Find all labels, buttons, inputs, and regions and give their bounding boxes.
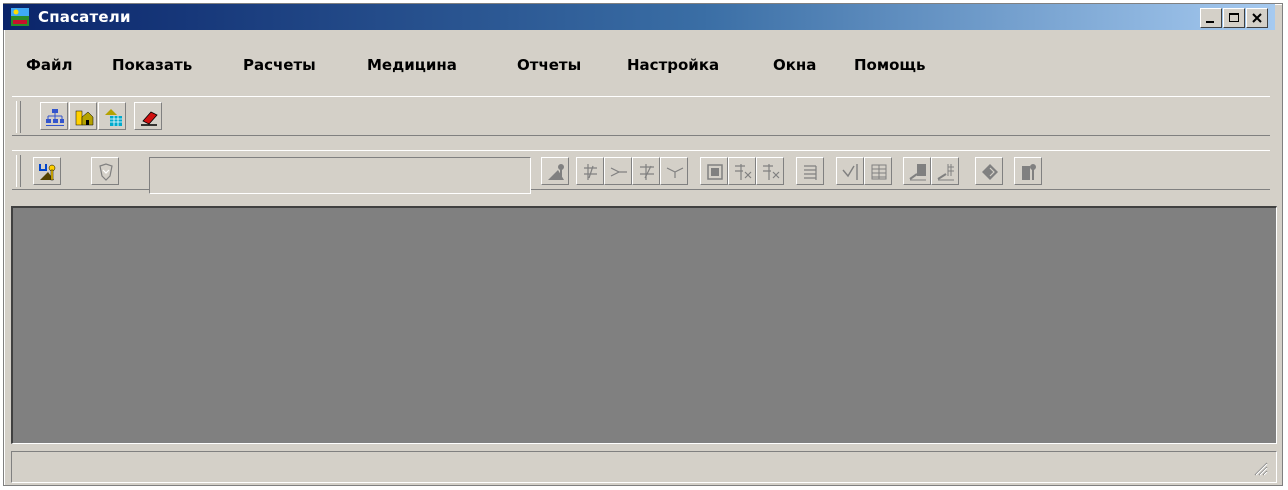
move-up-icon <box>909 164 926 181</box>
menu-file[interactable]: Файл <box>26 55 73 75</box>
merge-icon <box>666 167 684 178</box>
close-icon <box>1252 13 1262 23</box>
shield-icon <box>99 163 113 181</box>
menu-calc[interactable]: Расчеты <box>243 55 316 75</box>
toolbar-button-branch[interactable] <box>604 157 632 185</box>
window-title: Спасатели <box>38 8 131 26</box>
toolbar-button-move-up[interactable] <box>903 157 931 185</box>
title-bar[interactable]: Спасатели <box>3 4 1275 30</box>
branch-icon <box>610 167 627 177</box>
vector-icon <box>584 164 597 180</box>
menu-settings[interactable]: Настройка <box>627 55 719 75</box>
maximize-icon <box>1229 13 1239 22</box>
menu-reports[interactable]: Отчеты <box>517 55 581 75</box>
toolbar-button-org-chart[interactable] <box>40 102 68 130</box>
frame-icon <box>707 164 723 180</box>
toolbar-grip-2[interactable] <box>16 155 21 187</box>
toolbar-button-diamond[interactable] <box>975 157 1003 185</box>
menu-windows[interactable]: Окна <box>773 55 816 75</box>
toolbar-button-move-grid[interactable] <box>931 157 959 185</box>
toolbar-button-table[interactable] <box>864 157 892 185</box>
check-line-icon <box>842 164 858 180</box>
eraser-icon <box>141 111 158 126</box>
org-chart-icon <box>46 109 64 126</box>
close-button[interactable] <box>1246 8 1268 28</box>
building-icon <box>75 110 94 126</box>
toolbar-button-check-line[interactable] <box>836 157 864 185</box>
toolbar-button-split-alt[interactable] <box>756 157 784 185</box>
table-icon <box>871 164 887 180</box>
resize-grip-icon[interactable] <box>1252 460 1268 476</box>
toolbar-button-frame[interactable] <box>700 157 728 185</box>
toolbar-button-map-pin[interactable] <box>541 157 569 185</box>
minimize-button[interactable] <box>1200 8 1222 28</box>
toolbar-button-settings-table[interactable] <box>1014 157 1042 185</box>
menu-show[interactable]: Показать <box>112 55 192 75</box>
toolbar-button-cross-line[interactable] <box>632 157 660 185</box>
toolbar-grip[interactable] <box>16 101 21 133</box>
toolbar-button-split[interactable] <box>728 157 756 185</box>
menu-medicine[interactable]: Медицина <box>367 55 457 75</box>
menu-bar: Файл Показать Расчеты Медицина Отчеты На… <box>3 55 1273 77</box>
move-grid-icon <box>937 164 954 181</box>
toolbar-button-list[interactable] <box>796 157 824 185</box>
cross-line-icon <box>640 164 654 180</box>
list-icon <box>804 165 817 180</box>
toolbar-button-vector[interactable] <box>576 157 604 185</box>
toolbar-main <box>12 96 1270 136</box>
layer-combo[interactable] <box>149 157 531 194</box>
diamond-icon <box>982 164 998 180</box>
toolbar-button-route[interactable] <box>33 157 61 185</box>
app-icon <box>11 8 29 26</box>
toolbar-button-disabled-1[interactable] <box>91 157 119 185</box>
toolbar-button-house-grid[interactable] <box>98 102 126 130</box>
status-bar <box>11 451 1277 483</box>
map-pin-icon <box>548 164 564 180</box>
mdi-workspace[interactable] <box>11 206 1277 444</box>
toolbar-button-building[interactable] <box>69 102 97 130</box>
house-grid-icon <box>105 109 122 126</box>
minimize-icon <box>1206 21 1214 23</box>
maximize-button[interactable] <box>1223 8 1245 28</box>
split-alt-icon <box>763 164 780 180</box>
settings-table-icon <box>1022 164 1036 180</box>
split-icon <box>735 164 752 180</box>
toolbar-button-merge[interactable] <box>660 157 688 185</box>
toolbar-button-eraser[interactable] <box>134 102 162 130</box>
menu-help[interactable]: Помощь <box>854 55 926 75</box>
route-key-icon <box>39 164 56 181</box>
